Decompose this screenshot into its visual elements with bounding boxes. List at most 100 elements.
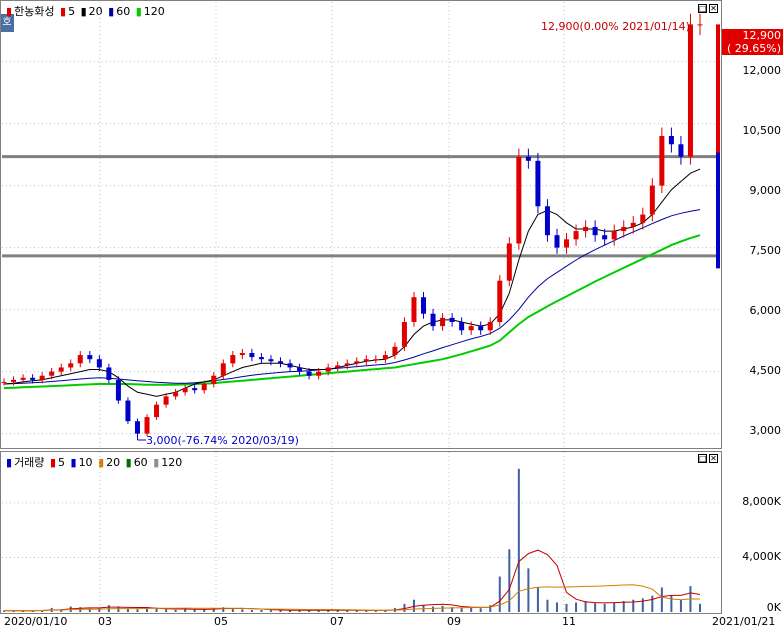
candle-body	[163, 396, 169, 405]
candle-body	[611, 231, 617, 240]
candle-body	[268, 359, 274, 362]
volume-bar	[479, 608, 482, 612]
volume-bar	[575, 602, 578, 612]
volume-bar	[594, 603, 597, 612]
current-change: ( 29.65%)	[726, 42, 781, 55]
candle-body	[134, 421, 140, 434]
y-label: 3,000	[749, 424, 782, 437]
candle-body	[382, 355, 388, 360]
volume-bar	[432, 606, 435, 612]
candle-body	[11, 379, 17, 382]
volume-bar	[441, 605, 444, 612]
candle-body	[602, 235, 608, 240]
candle-body	[592, 226, 598, 236]
x-label: 07	[330, 615, 344, 628]
volume-bar	[508, 549, 511, 612]
candle-body	[659, 136, 665, 186]
candle-body	[239, 353, 245, 356]
volume-bar	[517, 468, 520, 612]
volume-bar	[489, 605, 492, 612]
x-label: 05	[214, 615, 228, 628]
candle-body	[58, 367, 64, 372]
candle-body	[192, 388, 198, 391]
current-price-bar-lower	[716, 152, 720, 269]
candle-body	[497, 280, 503, 322]
chart-canvas[interactable]	[0, 0, 783, 631]
candle-body	[697, 24, 703, 26]
volume-bar	[527, 568, 530, 612]
candle-body	[306, 371, 312, 376]
candle-body	[525, 156, 531, 161]
candle-body	[430, 313, 436, 327]
candle-body	[154, 404, 160, 418]
candle-body	[277, 361, 283, 364]
candle-body	[468, 326, 474, 331]
volume-bar	[241, 609, 244, 612]
volume-bar	[279, 610, 282, 612]
volume-bar	[546, 599, 549, 612]
volume-bar	[355, 610, 358, 612]
candle-body	[173, 392, 179, 397]
volume-bar	[460, 607, 463, 612]
volume-bar	[165, 609, 168, 612]
candle-body	[392, 346, 398, 356]
volume-bar	[98, 607, 101, 612]
candle-body	[554, 235, 560, 248]
volume-bar	[260, 609, 263, 612]
candle-body	[335, 365, 341, 368]
x-label: 09	[447, 615, 461, 628]
volume-bar	[613, 602, 616, 612]
candle-body	[20, 377, 26, 380]
y-label: 7,500	[749, 244, 782, 257]
volume-bar	[584, 601, 587, 612]
candle-body	[687, 24, 693, 157]
volume-ma5-line	[3, 549, 701, 612]
volume-bar	[565, 603, 568, 612]
ma20-line	[3, 168, 701, 397]
stock-chart-window: 호 ▮ 한농화성 ▮ 5 ▮ 20 ▮ 60 ▮ 120 ▮ 거래량 ▮ 5 ▮ 10 ▮ 20 …	[0, 0, 783, 631]
candle-body	[506, 243, 512, 281]
volume-bar	[660, 587, 663, 612]
x-label: 2020/01/10	[4, 615, 68, 628]
candle-body	[459, 322, 465, 331]
candle-body	[373, 359, 379, 361]
volume-bar	[555, 602, 558, 612]
volume-bar	[136, 609, 139, 612]
x-label: 03	[98, 615, 112, 628]
candle-body	[230, 355, 236, 364]
volume-bar	[641, 598, 644, 612]
volume-bar	[651, 595, 654, 612]
volume-bar	[603, 603, 606, 612]
x-label: 2021/01/21	[712, 615, 776, 628]
candle-body	[211, 375, 217, 384]
candle-body	[640, 214, 646, 223]
candle-body	[39, 375, 45, 380]
volume-bar	[231, 608, 234, 612]
volume-bar	[155, 608, 158, 612]
candle-body	[106, 367, 112, 380]
candle-body	[287, 363, 293, 368]
candle-body	[220, 363, 226, 376]
volume-bar	[289, 610, 292, 612]
high-annotation: 12,900(0.00% 2021/01/14)	[541, 20, 690, 33]
y-label: 9,000	[749, 184, 782, 197]
volume-bar	[126, 608, 129, 612]
volume-bar	[470, 607, 473, 612]
candle-body	[478, 326, 484, 331]
candle-body	[649, 185, 655, 215]
candle-body	[125, 400, 131, 422]
volume-bar	[403, 603, 406, 612]
candle-body	[487, 322, 493, 331]
candle-body	[668, 136, 674, 145]
candle-body	[87, 355, 93, 360]
volume-bar	[679, 599, 682, 612]
current-price-box: 12,900 ( 29.65%)	[722, 29, 783, 55]
candle-body	[678, 144, 684, 157]
candle-body	[144, 417, 150, 434]
volume-y-label: 8,000K	[742, 495, 781, 508]
volume-bar	[250, 609, 253, 612]
y-label: 12,000	[742, 64, 782, 77]
volume-bar	[670, 595, 673, 612]
candle-body	[573, 231, 579, 240]
volume-bar	[193, 609, 196, 612]
